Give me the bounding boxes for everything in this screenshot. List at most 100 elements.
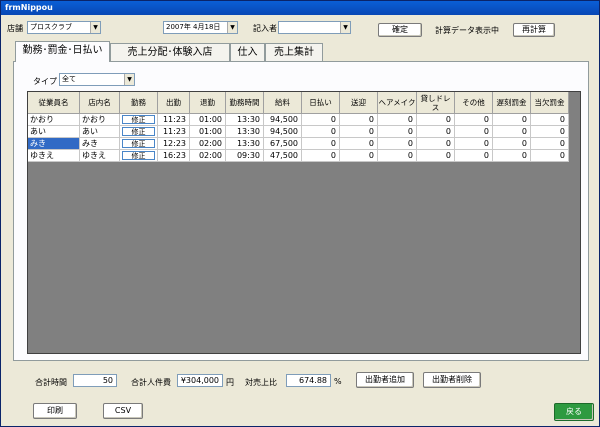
column-header-in[interactable]: 出勤	[158, 92, 190, 114]
recorder-select[interactable]: ▼	[278, 21, 351, 34]
store-select-value: プロスクラブ	[30, 23, 72, 31]
cell-dress[interactable]: 0	[417, 114, 455, 126]
column-header-dress[interactable]: 貸しドレス	[417, 92, 455, 114]
remove-worker-button[interactable]: 出勤者削除	[423, 372, 481, 388]
cell-hours[interactable]: 13:30	[226, 126, 264, 138]
column-header-hair[interactable]: ヘアメイク	[378, 92, 417, 114]
tab-purchase[interactable]: 仕入	[230, 43, 265, 61]
cell-late-fine[interactable]: 0	[493, 150, 531, 162]
cell-pickup[interactable]: 0	[340, 114, 378, 126]
column-header-pickup[interactable]: 送迎	[340, 92, 378, 114]
edit-button[interactable]: 修正	[122, 127, 155, 136]
store-label: 店舗	[7, 24, 23, 33]
chevron-down-icon[interactable]: ▼	[227, 22, 237, 33]
percent-unit: %	[334, 377, 342, 386]
back-button[interactable]: 戻る	[554, 403, 594, 421]
cell-late-fine[interactable]: 0	[493, 138, 531, 150]
cell-absent-fine[interactable]: 0	[531, 138, 569, 150]
cell-absent-fine[interactable]: 0	[531, 114, 569, 126]
cell-out[interactable]: 02:00	[190, 138, 226, 150]
store-select[interactable]: プロスクラブ ▼	[27, 21, 101, 34]
cell-employee[interactable]: かおり	[28, 114, 80, 126]
confirm-button[interactable]: 確定	[378, 23, 422, 37]
edit-button[interactable]: 修正	[122, 139, 155, 148]
tab-sales-summary[interactable]: 売上集計	[265, 43, 323, 61]
column-header-store-name[interactable]: 店内名	[80, 92, 120, 114]
cell-out[interactable]: 01:00	[190, 126, 226, 138]
cell-dress[interactable]: 0	[417, 138, 455, 150]
edit-button[interactable]: 修正	[122, 151, 155, 160]
cell-hair[interactable]: 0	[378, 114, 417, 126]
cell-employee[interactable]: ゆきえ	[28, 150, 80, 162]
type-select[interactable]: 全て ▼	[59, 73, 135, 86]
column-header-late-fine[interactable]: 遅刻罰金	[493, 92, 531, 114]
cell-hours[interactable]: 09:30	[226, 150, 264, 162]
cell-other[interactable]: 0	[455, 114, 493, 126]
column-header-employee[interactable]: 従業員名	[28, 92, 80, 114]
cell-shift: 修正	[120, 126, 158, 138]
cell-advance[interactable]: 0	[302, 114, 340, 126]
column-header-other[interactable]: その他	[455, 92, 493, 114]
edit-button[interactable]: 修正	[122, 115, 155, 124]
add-worker-button[interactable]: 出勤者追加	[356, 372, 414, 388]
column-header-pay[interactable]: 給料	[264, 92, 302, 114]
date-picker[interactable]: 2007年 4月18日 ▼	[163, 21, 238, 34]
cell-out[interactable]: 01:00	[190, 114, 226, 126]
cell-pickup[interactable]: 0	[340, 150, 378, 162]
cell-dress[interactable]: 0	[417, 126, 455, 138]
title-bar: frmNippou	[1, 1, 599, 15]
chevron-down-icon[interactable]: ▼	[90, 22, 100, 33]
cell-other[interactable]: 0	[455, 150, 493, 162]
cell-pay[interactable]: 67,500	[264, 138, 302, 150]
cell-store-name[interactable]: ゆきえ	[80, 150, 120, 162]
ratio-field[interactable]: 674.88	[286, 374, 331, 387]
total-cost-field[interactable]: ¥304,000	[177, 374, 223, 387]
cell-late-fine[interactable]: 0	[493, 126, 531, 138]
print-button[interactable]: 印刷	[33, 403, 77, 419]
cell-hours[interactable]: 13:30	[226, 138, 264, 150]
cell-store-name[interactable]: あい	[80, 126, 120, 138]
column-header-shift[interactable]: 勤務	[120, 92, 158, 114]
chevron-down-icon[interactable]: ▼	[124, 74, 134, 85]
cell-in[interactable]: 12:23	[158, 138, 190, 150]
recalculate-button[interactable]: 再計算	[513, 23, 555, 37]
cell-hair[interactable]: 0	[378, 150, 417, 162]
column-header-absent-fine[interactable]: 当欠罰金	[531, 92, 569, 114]
cell-hair[interactable]: 0	[378, 126, 417, 138]
attendance-grid: 従業員名 店内名 勤務 出勤 退勤 勤務時間 給料 日払い 送迎 ヘアメイク 貸…	[27, 91, 581, 354]
cell-pickup[interactable]: 0	[340, 126, 378, 138]
cell-pickup[interactable]: 0	[340, 138, 378, 150]
cell-advance[interactable]: 0	[302, 150, 340, 162]
cell-late-fine[interactable]: 0	[493, 114, 531, 126]
cell-dress[interactable]: 0	[417, 150, 455, 162]
cell-advance[interactable]: 0	[302, 126, 340, 138]
cell-shift: 修正	[120, 114, 158, 126]
cell-pay[interactable]: 94,500	[264, 114, 302, 126]
csv-button[interactable]: CSV	[103, 403, 143, 419]
cell-store-name[interactable]: かおり	[80, 114, 120, 126]
cell-in[interactable]: 16:23	[158, 150, 190, 162]
cell-employee[interactable]: みき	[28, 138, 80, 150]
type-select-value: 全て	[62, 75, 76, 83]
cell-in[interactable]: 11:23	[158, 114, 190, 126]
cell-out[interactable]: 02:00	[190, 150, 226, 162]
chevron-down-icon[interactable]: ▼	[340, 22, 350, 33]
cell-employee[interactable]: あい	[28, 126, 80, 138]
total-time-field[interactable]: 50	[73, 374, 117, 387]
column-header-out[interactable]: 退勤	[190, 92, 226, 114]
cell-store-name[interactable]: みき	[80, 138, 120, 150]
cell-absent-fine[interactable]: 0	[531, 150, 569, 162]
cell-in[interactable]: 11:23	[158, 126, 190, 138]
cell-advance[interactable]: 0	[302, 138, 340, 150]
cell-other[interactable]: 0	[455, 138, 493, 150]
cell-absent-fine[interactable]: 0	[531, 126, 569, 138]
column-header-hours[interactable]: 勤務時間	[226, 92, 264, 114]
tab-sales-distribution[interactable]: 売上分配･体験入店	[110, 43, 230, 61]
cell-other[interactable]: 0	[455, 126, 493, 138]
cell-pay[interactable]: 47,500	[264, 150, 302, 162]
column-header-advance[interactable]: 日払い	[302, 92, 340, 114]
cell-pay[interactable]: 94,500	[264, 126, 302, 138]
tab-attendance[interactable]: 勤務･罰金･日払い	[15, 41, 110, 62]
cell-hair[interactable]: 0	[378, 138, 417, 150]
cell-hours[interactable]: 13:30	[226, 114, 264, 126]
